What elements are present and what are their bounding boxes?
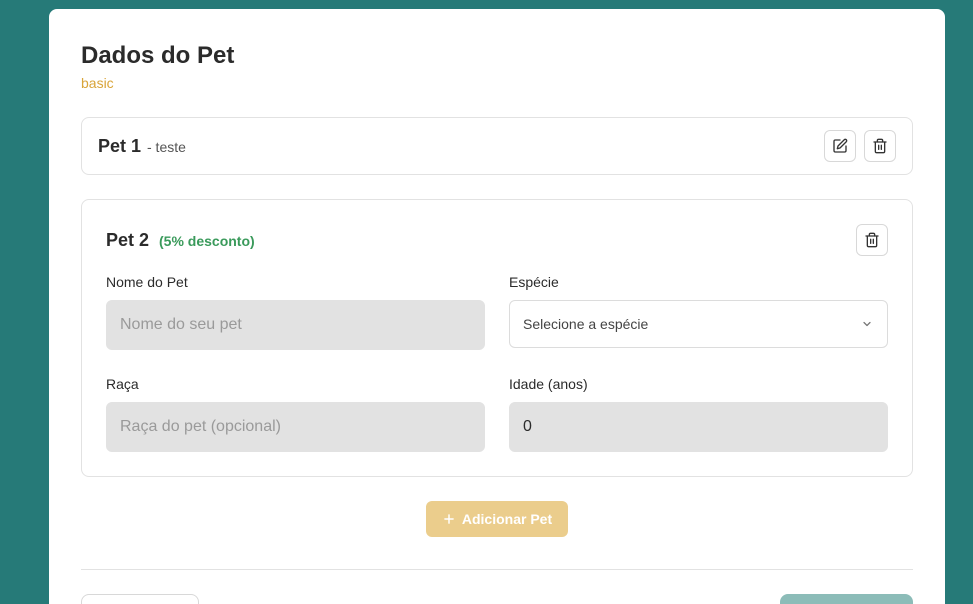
pet-name-input[interactable]: Nome do seu pet (106, 300, 485, 350)
trash-icon (873, 138, 887, 154)
delete-pet-button[interactable] (864, 130, 896, 162)
age-input[interactable]: 0 (509, 402, 888, 452)
next-button[interactable] (780, 594, 913, 604)
pet-card-1: Pet 1 - teste (81, 117, 913, 175)
edit-icon (833, 138, 848, 153)
pet-name: Pet 2 (106, 230, 150, 250)
back-button[interactable] (81, 594, 199, 604)
breed-input[interactable]: Raça do pet (opcional) (106, 402, 485, 452)
chevron-down-icon (863, 321, 871, 327)
page-title: Dados do Pet (81, 42, 235, 69)
species-select-value: Selecione a espécie (523, 316, 649, 332)
pet-name-label: Nome do Pet (106, 274, 188, 290)
species-select[interactable]: Selecione a espécie (509, 300, 888, 348)
pet-data-card: Dados do Pet basic Pet 1 - teste Pet 2 (… (49, 9, 945, 604)
plus-icon (444, 514, 454, 524)
pet-name: Pet 1 (98, 136, 142, 156)
divider (81, 569, 913, 570)
pet-subtitle: - teste (147, 139, 186, 155)
trash-icon (865, 232, 879, 248)
delete-pet-button[interactable] (856, 224, 888, 256)
breed-label: Raça (106, 376, 139, 392)
species-label: Espécie (509, 274, 559, 290)
plan-label: basic (81, 75, 114, 91)
age-label: Idade (anos) (509, 376, 588, 392)
discount-badge: (5% desconto) (159, 233, 255, 249)
add-pet-button[interactable]: Adicionar Pet (426, 501, 568, 537)
add-pet-label: Adicionar Pet (461, 511, 553, 527)
pet-card-2: Pet 2 (5% desconto) Nome do Pet Nome do … (81, 199, 913, 477)
edit-pet-button[interactable] (824, 130, 856, 162)
